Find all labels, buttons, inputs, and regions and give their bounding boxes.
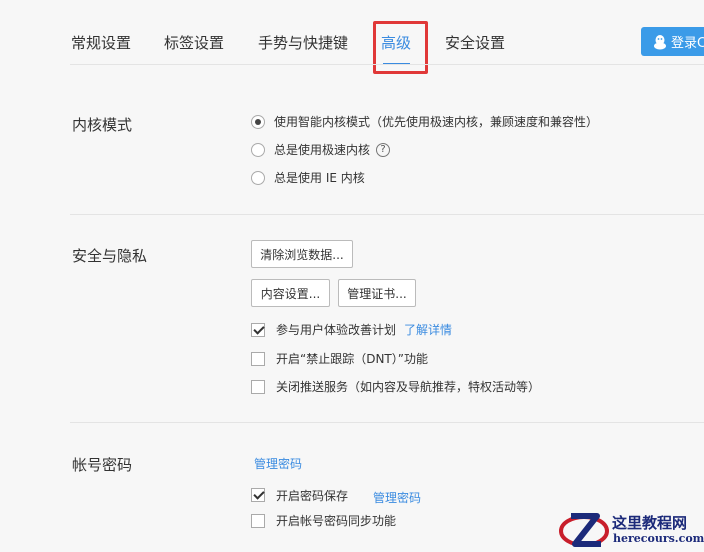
kernel-section-title: 内核模式: [72, 116, 133, 134]
clear-browsing-data-button[interactable]: 清除浏览数据...: [251, 240, 353, 268]
kernel-option-label: 总是使用 IE 内核: [274, 171, 365, 185]
checkbox-label: 开启密码保存: [276, 488, 349, 503]
content-settings-button[interactable]: 内容设置...: [251, 279, 330, 307]
ux-improvement-option[interactable]: 参与用户体验改善计划 了解详情: [251, 321, 452, 338]
checkbox[interactable]: [251, 351, 265, 366]
push-service-option[interactable]: 关闭推送服务（如内容及导航推荐，特权活动等）: [251, 378, 540, 395]
dnt-option[interactable]: 开启“禁止跟踪（DNT）”功能: [251, 350, 428, 367]
checkbox-label: 参与用户体验改善计划: [276, 323, 397, 337]
learn-more-link[interactable]: 了解详情: [404, 321, 452, 338]
privacy-section-title: 安全与隐私: [72, 247, 148, 265]
watermark-url: herecours.com: [613, 532, 704, 545]
sync-password-option[interactable]: 开启帐号密码同步功能: [251, 512, 396, 529]
account-section-title: 帐号密码: [72, 456, 133, 474]
checkbox[interactable]: [251, 379, 265, 394]
kernel-option-label: 总是使用极速内核: [274, 143, 371, 157]
checkbox[interactable]: [251, 322, 265, 337]
tab-gestures-shortcuts[interactable]: 手势与快捷键: [258, 32, 348, 53]
login-label: 登录C: [671, 36, 704, 51]
tab-tabs[interactable]: 标签设置: [164, 32, 224, 53]
manage-passwords-link-secondary[interactable]: 管理密码: [373, 489, 421, 506]
section-divider: [70, 422, 704, 423]
checkbox[interactable]: [251, 513, 265, 528]
manage-certificates-button[interactable]: 管理证书...: [338, 279, 416, 307]
header-divider: [70, 64, 704, 65]
tab-security[interactable]: 安全设置: [445, 32, 505, 53]
radio-button[interactable]: [251, 114, 265, 129]
penguin-icon: [654, 34, 666, 49]
kernel-option-ie[interactable]: 总是使用 IE 内核: [251, 169, 365, 186]
watermark-text: 这里教程网: [612, 514, 688, 532]
kernel-option-smart[interactable]: 使用智能内核模式（优先使用极速内核，兼顾速度和兼容性）: [251, 113, 598, 130]
help-icon[interactable]: ?: [376, 142, 391, 157]
manage-passwords-link[interactable]: 管理密码: [254, 455, 302, 472]
watermark-logo-icon: [559, 513, 609, 547]
kernel-option-label: 使用智能内核模式（优先使用极速内核，兼顾速度和兼容性）: [274, 115, 599, 129]
checkbox-label: 开启帐号密码同步功能: [276, 514, 397, 528]
checkbox-label: 开启“禁止跟踪（DNT）”功能: [276, 352, 428, 366]
checkbox[interactable]: [251, 488, 265, 502]
radio-button[interactable]: [251, 142, 265, 157]
kernel-option-fast[interactable]: 总是使用极速内核 ?: [251, 141, 391, 158]
radio-button[interactable]: [251, 170, 265, 185]
checkbox-label: 关闭推送服务（如内容及导航推荐，特权活动等）: [276, 380, 541, 394]
section-divider: [70, 214, 704, 215]
save-password-option[interactable]: 开启密码保存 管理密码: [251, 484, 421, 506]
tab-general[interactable]: 常规设置: [71, 32, 131, 53]
login-button[interactable]: 登录C: [641, 27, 704, 56]
annotation-highlight: [373, 21, 428, 74]
